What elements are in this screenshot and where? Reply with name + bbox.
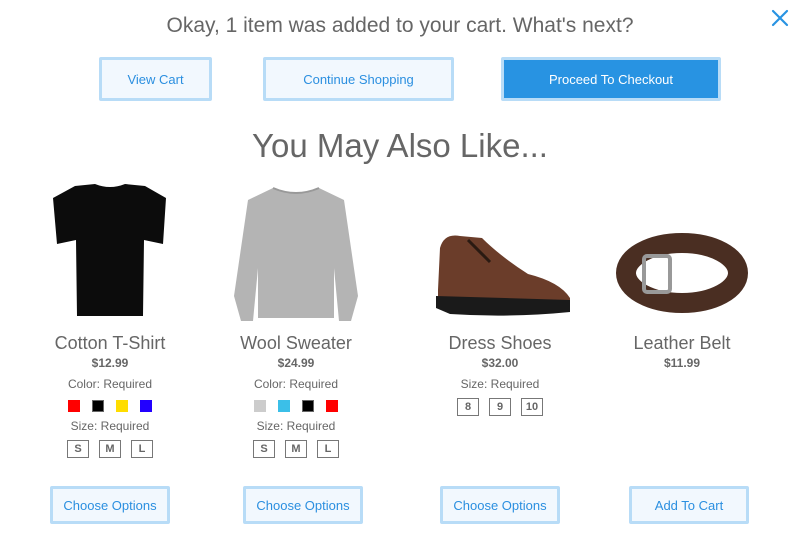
color-swatch-black[interactable] [302, 400, 314, 412]
size-option[interactable]: L [317, 440, 339, 458]
product-price: $12.99 [91, 356, 129, 370]
product-name[interactable]: Cotton T-Shirt [20, 332, 200, 354]
color-swatches [206, 400, 386, 412]
size-label: Size: Required [460, 377, 540, 391]
added-to-cart-message: Okay, 1 item was added to your cart. Wha… [166, 14, 634, 37]
color-swatch-black[interactable] [92, 400, 104, 412]
product-card: Dress Shoes $32.00 Size: Required 8 9 10 [410, 178, 590, 416]
proceed-to-checkout-button[interactable]: Proceed To Checkout [501, 57, 721, 101]
product-card: Wool Sweater $24.99 Color: Required Size… [206, 178, 386, 458]
product-image-shoes[interactable] [410, 178, 590, 328]
view-cart-button[interactable]: View Cart [99, 57, 212, 101]
size-label: Size: Required [256, 419, 336, 433]
color-label: Color: Required [253, 377, 339, 391]
sweater-icon [234, 187, 358, 321]
choose-options-button[interactable]: Choose Options [50, 486, 170, 524]
color-swatch-light-blue[interactable] [278, 400, 290, 412]
product-price: $24.99 [277, 356, 315, 370]
cart-actions: View Cart Continue Shopping Proceed To C… [0, 57, 800, 101]
size-option[interactable]: M [285, 440, 307, 458]
color-swatch-gray[interactable] [254, 400, 266, 412]
product-name[interactable]: Dress Shoes [410, 332, 590, 354]
product-image-tshirt[interactable] [20, 178, 200, 328]
add-to-cart-button[interactable]: Add To Cart [629, 486, 749, 524]
size-label: Size: Required [70, 419, 150, 433]
product-price: $11.99 [663, 356, 701, 370]
size-options: S M L [20, 440, 200, 458]
color-swatches [20, 400, 200, 412]
product-image-belt[interactable] [592, 178, 772, 328]
color-swatch-yellow[interactable] [116, 400, 128, 412]
choose-options-button[interactable]: Choose Options [440, 486, 560, 524]
color-swatch-red[interactable] [68, 400, 80, 412]
size-option[interactable]: L [131, 440, 153, 458]
product-card: Leather Belt $11.99 [592, 178, 772, 370]
shoe-icon [436, 235, 570, 316]
belt-icon [616, 233, 748, 313]
product-card: Cotton T-Shirt $12.99 Color: Required Si… [20, 178, 200, 458]
color-swatch-blue[interactable] [140, 400, 152, 412]
tshirt-icon [53, 184, 166, 316]
size-option[interactable]: 8 [457, 398, 479, 416]
size-option[interactable]: 10 [521, 398, 543, 416]
product-price: $32.00 [481, 356, 519, 370]
color-swatch-red[interactable] [326, 400, 338, 412]
size-option[interactable]: S [67, 440, 89, 458]
product-name[interactable]: Wool Sweater [206, 332, 386, 354]
size-options: 8 9 10 [410, 398, 590, 416]
size-options: S M L [206, 440, 386, 458]
size-option[interactable]: S [253, 440, 275, 458]
product-name[interactable]: Leather Belt [592, 332, 772, 354]
product-image-sweater[interactable] [206, 178, 386, 328]
size-option[interactable]: M [99, 440, 121, 458]
color-label: Color: Required [67, 377, 153, 391]
size-option[interactable]: 9 [489, 398, 511, 416]
recommendations-title: You May Also Like... [252, 127, 548, 164]
choose-options-button[interactable]: Choose Options [243, 486, 363, 524]
continue-shopping-button[interactable]: Continue Shopping [263, 57, 454, 101]
